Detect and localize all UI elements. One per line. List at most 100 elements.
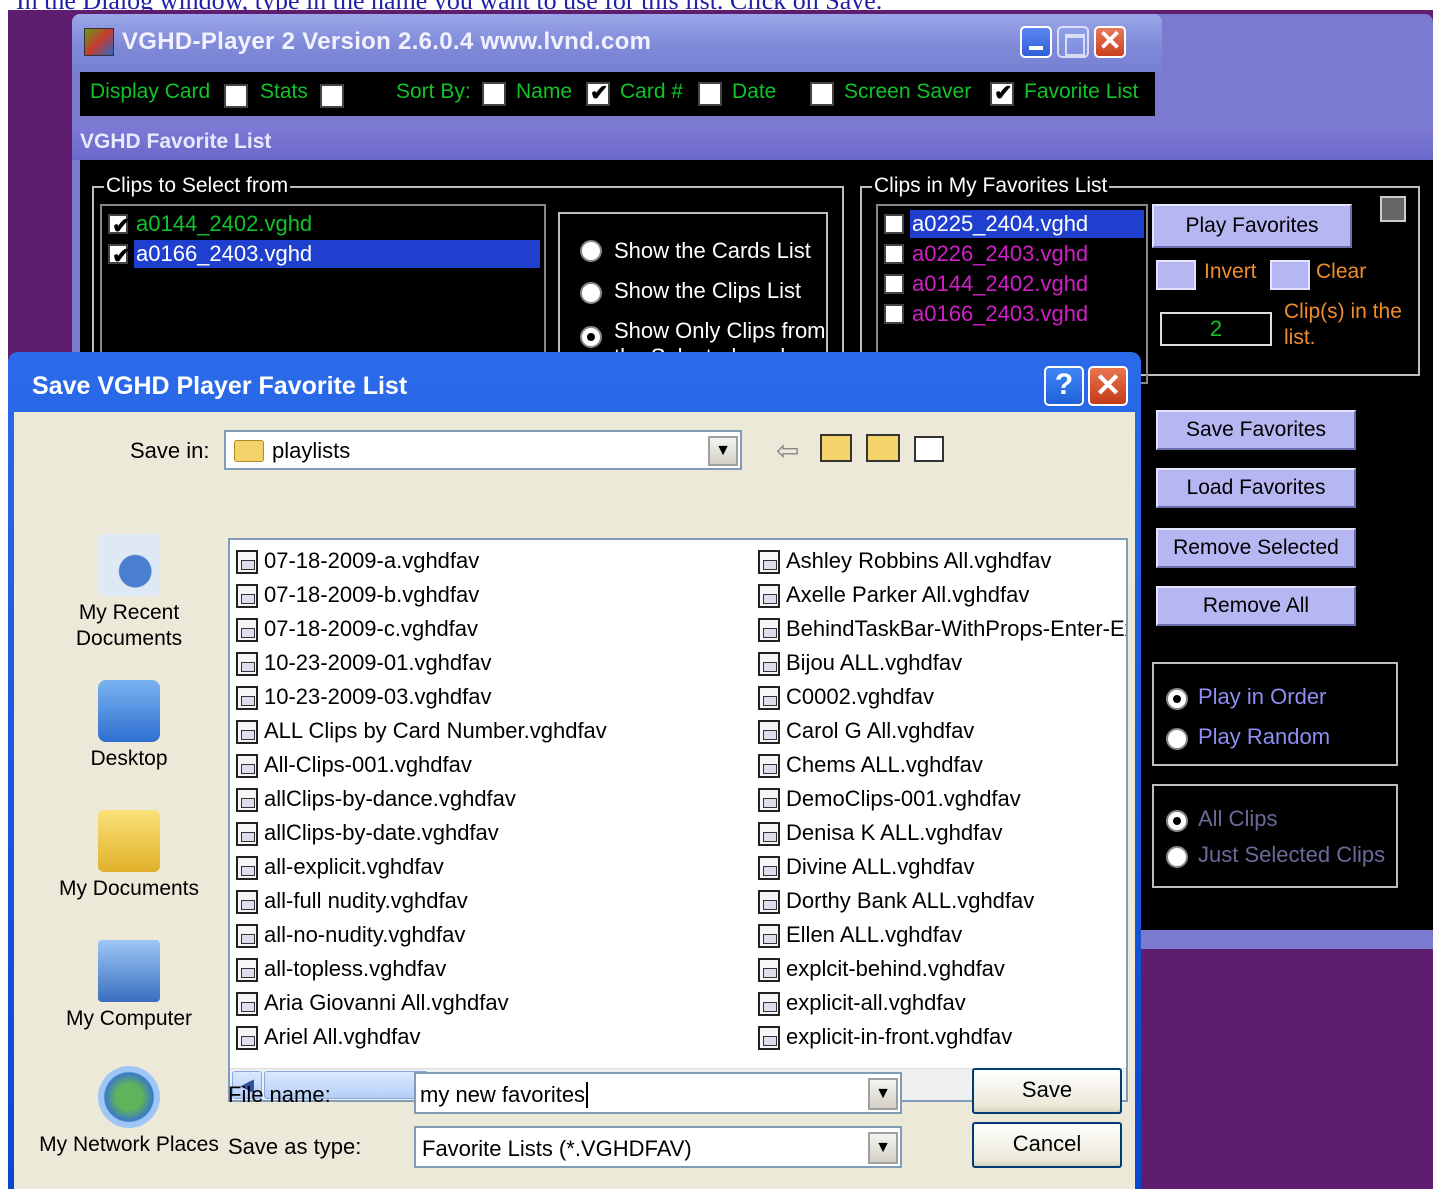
file-item[interactable]: 07-18-2009-b.vghdfav: [236, 578, 479, 612]
back-arrow-icon[interactable]: ⇦: [776, 434, 799, 467]
save-in-combo[interactable]: playlists ▼: [224, 430, 742, 470]
file-item[interactable]: explicit-in-front.vghdfav: [758, 1020, 1012, 1054]
options-bar: Display Card Stats Sort By: Name Card # …: [80, 72, 1155, 116]
favorite-checkbox[interactable]: [884, 214, 904, 234]
file-item[interactable]: explcit-behind.vghdfav: [758, 952, 1005, 986]
sort-card-checkbox[interactable]: [586, 80, 610, 106]
file-item[interactable]: Carol G All.vghdfav: [758, 714, 974, 748]
help-button[interactable]: ?: [1044, 366, 1084, 406]
file-name: allClips-by-date.vghdfav: [264, 820, 499, 845]
invert-checkbox[interactable]: [1156, 260, 1196, 290]
place-my-computer[interactable]: My Computer: [38, 940, 220, 1032]
file-item[interactable]: explicit-all.vghdfav: [758, 986, 966, 1020]
show-cards-radio[interactable]: [580, 240, 602, 262]
file-name: explicit-all.vghdfav: [786, 990, 966, 1015]
options-toggle-checkbox[interactable]: [1380, 196, 1406, 222]
maximize-button[interactable]: [1057, 26, 1089, 58]
place-label: My Computer: [65, 1007, 193, 1030]
all-clips-radio[interactable]: [1166, 810, 1188, 832]
clips-to-select-label: Clips to Select from: [104, 174, 291, 198]
place-recent-documents[interactable]: My Recent Documents: [38, 534, 220, 652]
save-favorites-button[interactable]: Save Favorites: [1156, 410, 1356, 450]
list-item[interactable]: a0144_2402.vghd: [102, 210, 542, 240]
file-item[interactable]: all-explicit.vghdfav: [236, 850, 444, 884]
show-clips-radio[interactable]: [580, 282, 602, 304]
file-item[interactable]: all-full nudity.vghdfav: [236, 884, 468, 918]
file-item[interactable]: 07-18-2009-c.vghdfav: [236, 612, 478, 646]
file-item[interactable]: DemoClips-001.vghdfav: [758, 782, 1021, 816]
file-item[interactable]: 10-23-2009-01.vghdfav: [236, 646, 492, 680]
clip-checkbox[interactable]: [108, 242, 130, 270]
file-name: 10-23-2009-01.vghdfav: [264, 650, 492, 675]
file-item[interactable]: Ariel All.vghdfav: [236, 1020, 421, 1054]
stats-checkbox[interactable]: [320, 84, 344, 108]
file-item[interactable]: ALL Clips by Card Number.vghdfav: [236, 714, 607, 748]
file-item[interactable]: allClips-by-date.vghdfav: [236, 816, 499, 850]
clear-checkbox[interactable]: [1270, 260, 1310, 290]
file-icon: [758, 958, 780, 983]
file-item[interactable]: Divine ALL.vghdfav: [758, 850, 974, 884]
file-icon: [758, 618, 780, 643]
favorite-checkbox[interactable]: [884, 274, 904, 294]
play-random-radio[interactable]: [1166, 728, 1188, 750]
file-item[interactable]: Ellen ALL.vghdfav: [758, 918, 962, 952]
clip-checkbox[interactable]: [108, 212, 130, 240]
place-my-documents[interactable]: My Documents: [38, 810, 220, 902]
chevron-down-icon[interactable]: ▼: [708, 436, 738, 466]
just-selected-radio[interactable]: [1166, 846, 1188, 868]
favorite-list-checkbox[interactable]: [990, 80, 1014, 106]
file-item[interactable]: 10-23-2009-03.vghdfav: [236, 680, 492, 714]
save-button[interactable]: Save: [972, 1068, 1122, 1114]
favorite-checkbox[interactable]: [884, 244, 904, 264]
screen-saver-checkbox[interactable]: [810, 82, 834, 106]
favorite-checkbox[interactable]: [884, 304, 904, 324]
new-folder-icon[interactable]: [866, 434, 900, 462]
place-desktop[interactable]: Desktop: [38, 680, 220, 772]
load-favorites-button[interactable]: Load Favorites: [1156, 468, 1356, 508]
show-only-selected-radio[interactable]: [580, 326, 602, 348]
file-name-value: my new favorites: [420, 1082, 589, 1108]
file-item[interactable]: 07-18-2009-a.vghdfav: [236, 544, 479, 578]
play-favorites-button[interactable]: Play Favorites: [1152, 204, 1352, 248]
list-item[interactable]: a0166_2403.vghd: [102, 240, 542, 270]
file-item[interactable]: C0002.vghdfav: [758, 680, 934, 714]
file-item[interactable]: allClips-by-dance.vghdfav: [236, 782, 516, 816]
file-item[interactable]: Dorthy Bank ALL.vghdfav: [758, 884, 1034, 918]
close-button[interactable]: ✕: [1094, 26, 1126, 58]
file-list[interactable]: 07-18-2009-a.vghdfav 07-18-2009-b.vghdfav…: [228, 538, 1128, 1102]
chevron-down-icon[interactable]: ▼: [868, 1132, 898, 1164]
stats-label: Stats: [260, 80, 308, 103]
file-item[interactable]: BehindTaskBar-WithProps-Enter-Ex: [758, 612, 1126, 646]
display-card-checkbox[interactable]: [224, 84, 248, 108]
file-item[interactable]: Chems ALL.vghdfav: [758, 748, 983, 782]
cancel-button[interactable]: Cancel: [972, 1122, 1122, 1168]
clip-name: a0144_2402.vghd: [136, 211, 313, 236]
list-item[interactable]: a0225_2404.vghd: [878, 210, 1144, 240]
file-item[interactable]: Bijou ALL.vghdfav: [758, 646, 962, 680]
file-item[interactable]: Axelle Parker All.vghdfav: [758, 578, 1029, 612]
file-item[interactable]: Denisa K ALL.vghdfav: [758, 816, 1002, 850]
sort-date-checkbox[interactable]: [698, 82, 722, 106]
file-name-input[interactable]: my new favorites ▼: [414, 1072, 902, 1114]
play-in-order-radio[interactable]: [1166, 688, 1188, 710]
dialog-close-button[interactable]: ✕: [1088, 366, 1128, 406]
remove-selected-button[interactable]: Remove Selected: [1156, 528, 1356, 568]
file-icon: [758, 788, 780, 813]
main-title-bar[interactable]: VGHD-Player 2 Version 2.6.0.4 www.lvnd.c…: [72, 14, 1162, 74]
file-item[interactable]: All-Clips-001.vghdfav: [236, 748, 472, 782]
file-item[interactable]: all-topless.vghdfav: [236, 952, 446, 986]
file-item[interactable]: Aria Giovanni All.vghdfav: [236, 986, 509, 1020]
up-folder-icon[interactable]: [820, 434, 852, 462]
place-my-network[interactable]: My Network Places: [38, 1066, 220, 1158]
view-menu-icon[interactable]: [914, 436, 944, 462]
file-name: ALL Clips by Card Number.vghdfav: [264, 718, 607, 743]
save-as-type-select[interactable]: Favorite Lists (*.VGHDFAV) ▼: [414, 1126, 902, 1168]
minimize-button[interactable]: [1020, 26, 1052, 58]
count-label-1: Clip(s) in the: [1284, 300, 1402, 323]
sort-name-checkbox[interactable]: [482, 82, 506, 106]
remove-all-button[interactable]: Remove All: [1156, 586, 1356, 626]
chevron-down-icon[interactable]: ▼: [868, 1078, 898, 1110]
save-dialog: Save VGHD Player Favorite List ? ✕ Save …: [8, 352, 1141, 1189]
file-item[interactable]: Ashley Robbins All.vghdfav: [758, 544, 1051, 578]
file-item[interactable]: all-no-nudity.vghdfav: [236, 918, 465, 952]
